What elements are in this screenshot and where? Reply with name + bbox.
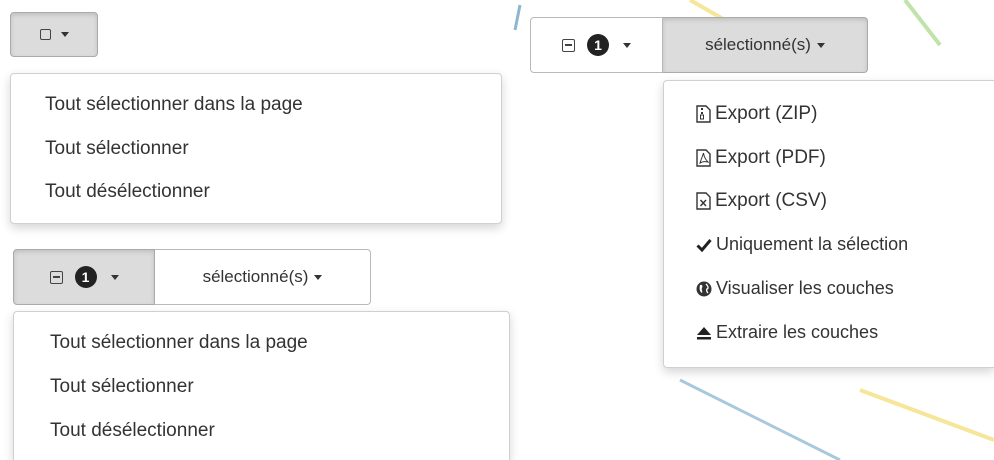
- actions-button-group: 1 sélectionné(s): [530, 17, 868, 73]
- globe-icon: [696, 281, 712, 297]
- select-all-dropdown-button[interactable]: [10, 12, 98, 57]
- csv-file-icon: [696, 192, 711, 210]
- menu-item-deselect-all[interactable]: Tout désélectionner: [11, 181, 501, 203]
- check-icon: [696, 239, 712, 253]
- menu-item-export-zip[interactable]: Export (ZIP): [664, 103, 994, 125]
- menu-item-only-selection[interactable]: Uniquement la sélection: [664, 234, 994, 255]
- pdf-file-icon: [696, 149, 711, 167]
- menu-item-label: Uniquement la sélection: [716, 234, 909, 254]
- menu-item-label: Extraire les couches: [716, 322, 879, 342]
- selected-actions-button[interactable]: sélectionné(s): [155, 249, 371, 305]
- partial-select-dropdown-button[interactable]: 1: [13, 249, 155, 305]
- menu-item-select-all[interactable]: Tout sélectionner: [14, 376, 509, 398]
- caret-down-icon: [816, 42, 825, 48]
- partial-select-dropdown-button[interactable]: 1: [530, 17, 663, 73]
- menu-item-export-pdf[interactable]: Export (PDF): [664, 147, 994, 169]
- menu-item-select-page[interactable]: Tout sélectionner dans la page: [14, 332, 509, 354]
- menu-item-extract-layers[interactable]: Extraire les couches: [664, 322, 994, 343]
- selected-actions-button[interactable]: sélectionné(s): [663, 17, 868, 73]
- eject-icon: [697, 327, 711, 340]
- menu-item-label: Export (ZIP): [715, 103, 818, 124]
- menu-item-export-csv[interactable]: Export (CSV): [664, 190, 994, 212]
- selected-label: sélectionné(s): [202, 267, 309, 286]
- actions-menu: Export (ZIP) Export (PDF) Export (CSV) U…: [663, 80, 994, 368]
- menu-item-label: Export (PDF): [715, 147, 826, 168]
- caret-down-icon: [623, 42, 631, 48]
- selected-count-badge: 1: [587, 34, 609, 56]
- select-menu-bottom: Tout sélectionner dans la page Tout séle…: [13, 311, 510, 460]
- selected-count-badge: 1: [74, 266, 97, 288]
- caret-down-icon: [110, 274, 119, 280]
- checkbox-partial-icon: [562, 38, 575, 52]
- selected-label: sélectionné(s): [705, 35, 811, 54]
- zip-file-icon: [696, 105, 711, 123]
- checkbox-partial-icon: [49, 270, 63, 284]
- caret-down-icon: [314, 274, 323, 280]
- selection-button-group: 1 sélectionné(s): [13, 249, 371, 305]
- menu-item-label: Export (CSV): [715, 190, 827, 211]
- menu-item-deselect-all[interactable]: Tout désélectionner: [14, 420, 509, 442]
- menu-item-select-page[interactable]: Tout sélectionner dans la page: [11, 94, 501, 116]
- menu-item-view-layers[interactable]: Visualiser les couches: [664, 278, 994, 299]
- select-menu-top: Tout sélectionner dans la page Tout séle…: [10, 73, 502, 224]
- checkbox-empty-icon: [39, 29, 51, 40]
- menu-item-label: Visualiser les couches: [716, 278, 894, 298]
- menu-item-select-all[interactable]: Tout sélectionner: [11, 138, 501, 160]
- caret-down-icon: [60, 32, 69, 37]
